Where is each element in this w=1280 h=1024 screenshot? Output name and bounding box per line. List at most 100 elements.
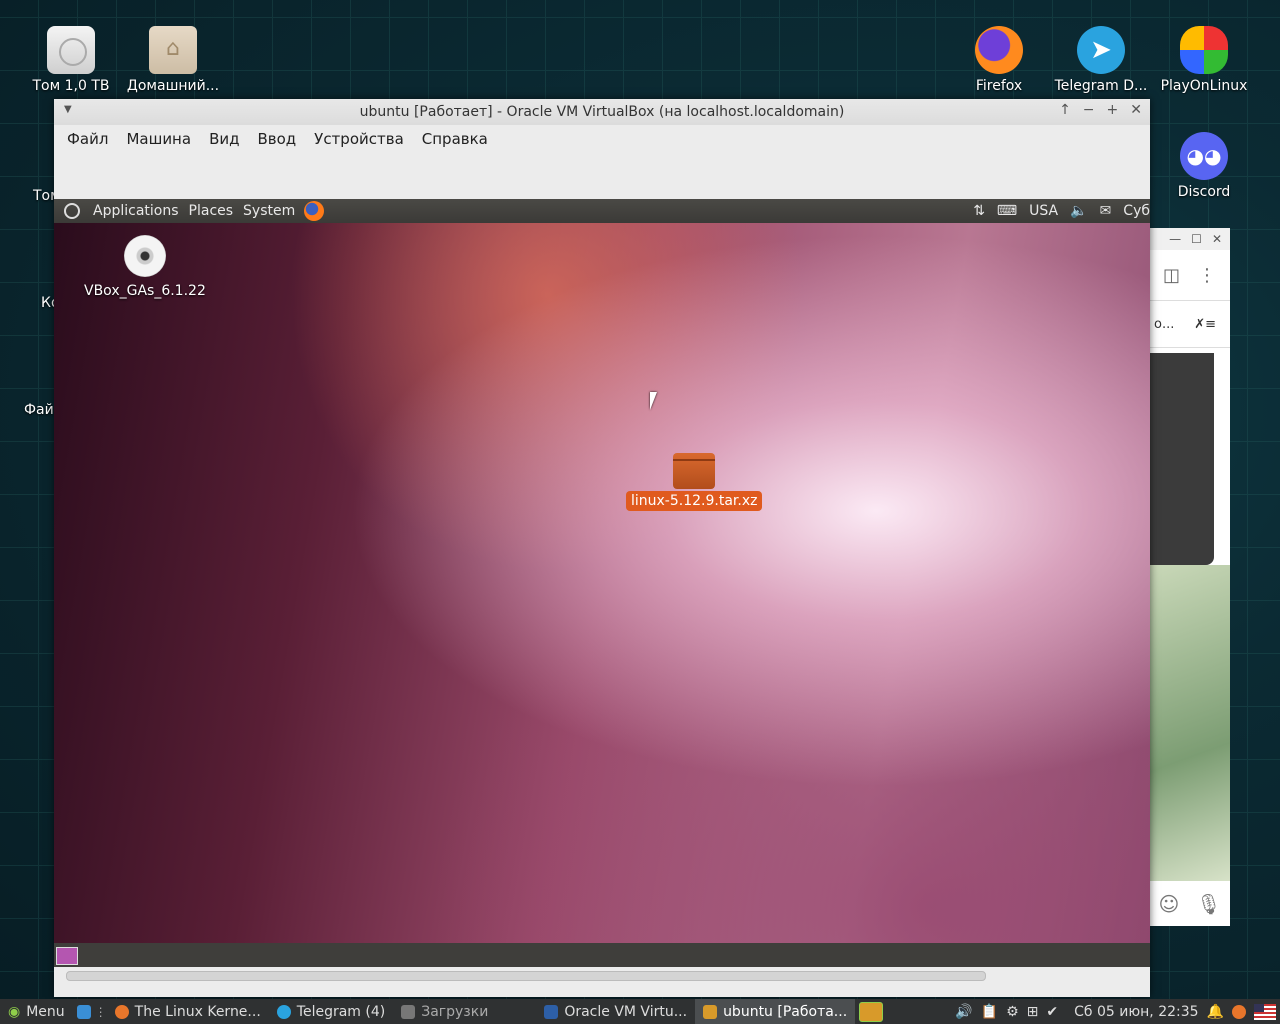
firefox-icon[interactable] (304, 201, 325, 221)
clock[interactable]: Сб 05 июн, 22:35 (1074, 1004, 1198, 1020)
microphone-icon[interactable]: 🎙 (1196, 892, 1221, 916)
archive-package-icon (673, 453, 716, 489)
guest-icon-cdrom[interactable]: VBox_GAs_6.1.22 (84, 235, 206, 299)
desktop-icon-telegram[interactable]: ➤ Telegram D... (1046, 26, 1156, 94)
guest-top-panel: Applications Places System ⇅ ⌨ USA 🔈 ✉ С… (54, 199, 1150, 223)
network-icon[interactable]: ⊞ (1027, 1004, 1039, 1020)
desktop-icon-home[interactable]: Домашний... (118, 26, 228, 94)
launcher-icon[interactable]: ⋮ (95, 1005, 107, 1019)
desktop-icon-label: Telegram D... (1054, 78, 1148, 94)
us-flag-icon[interactable] (1254, 1003, 1276, 1020)
guest-icon-label: linux-5.12.9.tar.xz (626, 491, 763, 511)
desktop-icon-volume[interactable]: Том 1,0 ТВ (16, 26, 126, 94)
desktop-icon-label: Discord (1177, 184, 1231, 200)
notification-bell-icon[interactable]: 🔔 (1207, 1004, 1224, 1020)
desktop-icon-playonlinux[interactable]: PlayOnLinux (1149, 26, 1259, 94)
start-menu-label: Menu (26, 1003, 65, 1020)
taskbar-item[interactable]: ubuntu [Работа... (695, 999, 856, 1024)
guest-display[interactable]: Applications Places System ⇅ ⌨ USA 🔈 ✉ С… (54, 199, 1150, 943)
clipped-desktop-label: Фай (24, 402, 54, 418)
start-menu-button[interactable]: ◉ Menu (0, 999, 73, 1024)
window-title: ubuntu [Работает] - Oracle VM VirtualBox… (359, 104, 845, 120)
background-window-toolbar: ◫ ⋮ (1150, 250, 1230, 301)
cdrom-icon (123, 235, 166, 277)
desktop-icon-firefox[interactable]: Firefox (944, 26, 1054, 94)
guest-bottom-panel (54, 943, 1150, 967)
menu-input[interactable]: Ввод (248, 130, 305, 148)
mint-menu-icon: ◉ (8, 1003, 21, 1020)
firefox-icon[interactable] (1232, 1004, 1246, 1019)
guest-icon-label: VBox_GAs_6.1.22 (84, 283, 206, 299)
toolbar-area (54, 153, 1150, 199)
network-transfer-icon[interactable]: ⇅ (973, 203, 985, 219)
maximize-icon[interactable]: ☐ (1191, 232, 1202, 246)
volume-icon[interactable]: 🔊 (955, 1004, 972, 1020)
more-options-icon[interactable]: ⋮ (1198, 265, 1216, 286)
virtualbox-window: ▼ ubuntu [Работает] - Oracle VM VirtualB… (54, 99, 1150, 997)
keyboard-layout[interactable]: USA (1029, 203, 1058, 219)
background-window[interactable]: — ☐ ✕ ◫ ⋮ о... ✗≡ ☺ 🎙 (1150, 228, 1230, 926)
menu-machine[interactable]: Машина (117, 130, 200, 148)
shield-check-icon[interactable]: ✔ (1046, 1004, 1058, 1020)
mouse-pointer-icon (650, 392, 664, 410)
folder-icon (401, 1004, 416, 1019)
keep-above-icon[interactable]: ↑ (1059, 102, 1071, 118)
maximize-icon[interactable]: + (1107, 102, 1119, 118)
show-desktop-icon[interactable] (76, 1004, 91, 1019)
taskbar-item[interactable]: Telegram (4) (269, 999, 393, 1024)
menu-help[interactable]: Справка (413, 130, 497, 148)
menu-view[interactable]: Вид (200, 130, 248, 148)
desktop-icon-label: Том 1,0 ТВ (32, 78, 110, 94)
window-titlebar[interactable]: ▼ ubuntu [Работает] - Oracle VM VirtualB… (54, 99, 1150, 125)
telegram-icon (276, 1004, 291, 1019)
guest-desktop[interactable]: VBox_GAs_6.1.22 linux-5.12.9.tar.xz (54, 223, 1150, 943)
taskbar-item[interactable]: Загрузки (393, 999, 496, 1024)
guest-panel-tray: ⇅ ⌨ USA 🔈 ✉ Суб (973, 199, 1150, 223)
guest-menu-applications[interactable]: Applications (88, 203, 184, 219)
clipboard-icon[interactable]: 📋 (981, 1004, 998, 1020)
hard-drive-icon (47, 26, 95, 74)
window-menu-icon[interactable]: ▼ (64, 104, 72, 115)
keyboard-icon[interactable]: ⌨ (997, 203, 1017, 219)
host-taskbar: ◉ Menu ⋮ The Linux Kerne... Telegram (4)… (0, 999, 1280, 1024)
playonlinux-icon (1180, 26, 1228, 74)
window-controls: ↑ − + ✕ (1059, 102, 1142, 118)
background-window-row: о... ✗≡ (1150, 301, 1230, 348)
menubar: Файл Машина Вид Ввод Устройства Справка (54, 125, 1150, 153)
desktop-icon-label: Firefox (975, 78, 1023, 94)
guest-menu-system[interactable]: System (238, 203, 300, 219)
volume-icon[interactable]: 🔈 (1070, 203, 1087, 219)
emoji-icon[interactable]: ☺ (1158, 892, 1179, 916)
menu-devices[interactable]: Устройства (305, 130, 413, 148)
dark-panel (1150, 353, 1214, 565)
guest-clock[interactable]: Суб (1123, 203, 1150, 219)
sidebar-toggle-icon[interactable]: ◫ (1163, 265, 1180, 286)
taskbar-item-label: ubuntu [Работа... (723, 1003, 848, 1020)
minimize-icon[interactable]: − (1083, 102, 1095, 118)
show-desktop-icon[interactable] (56, 947, 78, 965)
close-icon[interactable]: ✕ (1212, 232, 1222, 246)
horizontal-scrollbar[interactable] (66, 971, 986, 981)
unpin-icon[interactable]: ✗≡ (1194, 317, 1216, 332)
desktop-icon-label: Домашний... (126, 78, 220, 94)
chat-background-image (1150, 565, 1230, 881)
vm-preview-icon[interactable] (859, 1001, 884, 1022)
taskbar-item-label: Telegram (4) (296, 1003, 386, 1020)
menu-file[interactable]: Файл (58, 130, 117, 148)
firefox-icon (114, 1004, 129, 1019)
close-icon[interactable]: ✕ (1130, 102, 1142, 118)
minimize-icon[interactable]: — (1169, 232, 1181, 246)
guest-icon-archive[interactable]: linux-5.12.9.tar.xz (626, 453, 763, 511)
mail-icon[interactable]: ✉ (1100, 203, 1112, 219)
updates-icon[interactable]: ⚙ (1006, 1004, 1019, 1020)
firefox-icon (975, 26, 1023, 74)
desktop-icon-discord[interactable]: ◕◕ Discord (1149, 132, 1259, 200)
taskbar-item[interactable]: The Linux Kerne... (107, 999, 269, 1024)
taskbar-item[interactable]: Oracle VM Virtu... (536, 999, 695, 1024)
virtualbox-vm-icon (703, 1004, 718, 1019)
virtualbox-icon (544, 1004, 559, 1019)
guest-menu-places[interactable]: Places (184, 203, 239, 219)
taskbar-item-label: The Linux Kerne... (134, 1003, 261, 1020)
ubuntu-logo-icon (64, 203, 80, 219)
clipped-text: о... (1154, 316, 1175, 332)
